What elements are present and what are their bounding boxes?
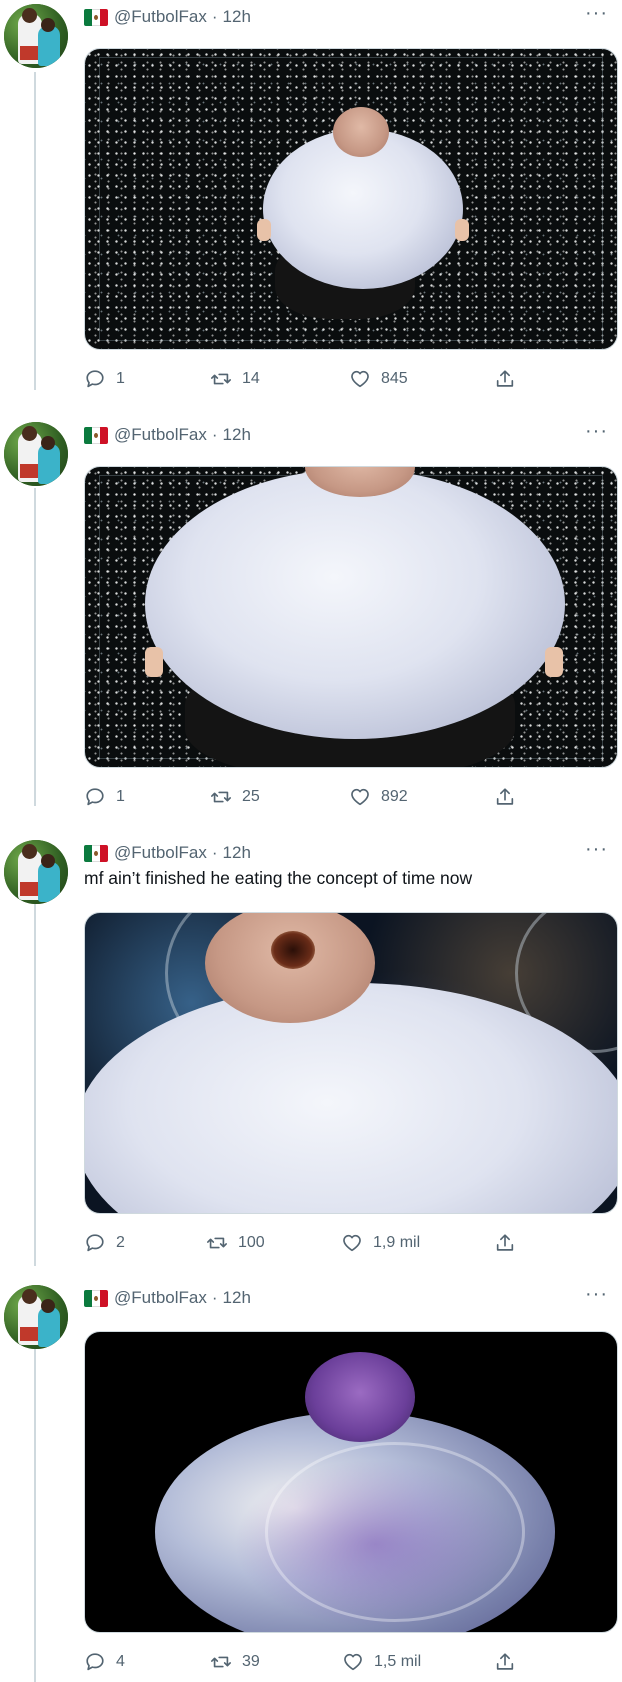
tweet-media[interactable]: [84, 466, 618, 768]
mexico-flag-icon: [84, 844, 108, 862]
share-button[interactable]: [494, 786, 526, 808]
reply-button[interactable]: 1: [84, 786, 125, 808]
tweet-actions: 1 25 892: [84, 786, 604, 808]
reply-button[interactable]: 1: [84, 368, 125, 390]
like-button[interactable]: 845: [349, 368, 408, 390]
separator-dot: ·: [211, 425, 218, 444]
heart-icon: [351, 788, 369, 806]
figure-head: [333, 107, 389, 157]
tweet[interactable]: @FutbolFax · 12h ··· 1 25 892: [0, 418, 622, 828]
retweet-count: 14: [242, 370, 260, 387]
figure-head: [305, 1352, 415, 1442]
share-button[interactable]: [494, 368, 526, 390]
retweet-icon: [211, 373, 231, 385]
reply-count: 2: [116, 1234, 125, 1251]
tweet-text: mf ain’t finished he eating the concept …: [84, 868, 473, 888]
more-icon[interactable]: ···: [585, 3, 608, 23]
reply-button[interactable]: 2: [84, 1232, 125, 1254]
tweet[interactable]: @FutbolFax · 12h ··· mf ain’t finished h…: [0, 836, 622, 1276]
retweet-icon: [207, 1237, 227, 1249]
tweet-time[interactable]: 12h: [223, 1288, 251, 1308]
user-handle[interactable]: @FutbolFax: [114, 425, 207, 445]
tweet-actions: 4 39 1,5 mil: [84, 1651, 604, 1673]
mexico-flag-icon: [84, 8, 108, 26]
share-icon: [496, 370, 514, 387]
like-count: 1,5 mil: [374, 1653, 422, 1670]
more-icon[interactable]: ···: [585, 421, 608, 441]
mexico-flag-icon: [84, 1289, 108, 1307]
avatar[interactable]: [4, 4, 68, 68]
tweet-time[interactable]: 12h: [223, 425, 251, 445]
clock-face: [265, 1442, 525, 1622]
avatar[interactable]: [4, 840, 68, 904]
tweet[interactable]: @FutbolFax · 12h ··· 1 14 845: [0, 0, 622, 410]
tweet-time[interactable]: 12h: [223, 843, 251, 863]
retweet-count: 25: [242, 788, 260, 805]
tweet-media[interactable]: [84, 48, 618, 350]
heart-icon: [351, 370, 369, 388]
tweet-actions: 2 100 1,9 mil: [84, 1232, 604, 1254]
retweet-count: 100: [238, 1234, 265, 1251]
reply-count: 1: [116, 788, 125, 805]
share-icon: [496, 788, 514, 805]
more-icon[interactable]: ···: [585, 1284, 608, 1304]
retweet-icon: [211, 1656, 231, 1668]
separator-dot: ·: [211, 7, 218, 26]
user-handle[interactable]: @FutbolFax: [114, 843, 207, 863]
reply-count: 1: [116, 370, 125, 387]
retweet-count: 39: [242, 1653, 260, 1670]
share-button[interactable]: [494, 1651, 526, 1673]
reply-icon: [86, 1653, 104, 1671]
like-button[interactable]: 1,9 mil: [341, 1232, 420, 1254]
mexico-flag-icon: [84, 426, 108, 444]
like-count: 845: [381, 370, 408, 387]
heart-icon: [344, 1653, 362, 1671]
retweet-button[interactable]: 14: [210, 368, 260, 390]
reply-icon: [86, 1234, 104, 1252]
tweet-header: @FutbolFax · 12h: [84, 6, 251, 28]
tweet-actions: 1 14 845: [84, 368, 604, 390]
reply-icon: [86, 788, 104, 806]
tweet-media[interactable]: [84, 1331, 618, 1633]
more-icon[interactable]: ···: [585, 839, 608, 859]
share-button[interactable]: [494, 1232, 526, 1254]
avatar[interactable]: [4, 422, 68, 486]
heart-icon: [343, 1234, 361, 1252]
retweet-button[interactable]: 100: [206, 1232, 265, 1254]
separator-dot: ·: [211, 1288, 218, 1307]
share-icon: [496, 1653, 514, 1670]
separator-dot: ·: [211, 843, 218, 862]
tweet-header: @FutbolFax · 12h: [84, 842, 251, 864]
like-count: 892: [381, 788, 408, 805]
retweet-icon: [211, 791, 231, 803]
reply-button[interactable]: 4: [84, 1651, 125, 1673]
user-handle[interactable]: @FutbolFax: [114, 1288, 207, 1308]
retweet-button[interactable]: 25: [210, 786, 260, 808]
reply-count: 4: [116, 1653, 125, 1670]
user-handle[interactable]: @FutbolFax: [114, 7, 207, 27]
share-icon: [496, 1234, 514, 1251]
like-button[interactable]: 1,5 mil: [342, 1651, 421, 1673]
avatar[interactable]: [4, 1285, 68, 1349]
retweet-button[interactable]: 39: [210, 1651, 260, 1673]
figure-mouth: [271, 931, 315, 969]
like-count: 1,9 mil: [373, 1234, 421, 1251]
tweet-media[interactable]: [84, 912, 618, 1214]
tweet-header: @FutbolFax · 12h: [84, 424, 251, 446]
figure-body: [145, 469, 565, 739]
tweet[interactable]: @FutbolFax · 12h ··· 4 39 1,5 mil: [0, 1281, 622, 1682]
tweet-time[interactable]: 12h: [223, 7, 251, 27]
reply-icon: [86, 370, 104, 388]
tweet-header: @FutbolFax · 12h: [84, 1287, 251, 1309]
like-button[interactable]: 892: [349, 786, 408, 808]
